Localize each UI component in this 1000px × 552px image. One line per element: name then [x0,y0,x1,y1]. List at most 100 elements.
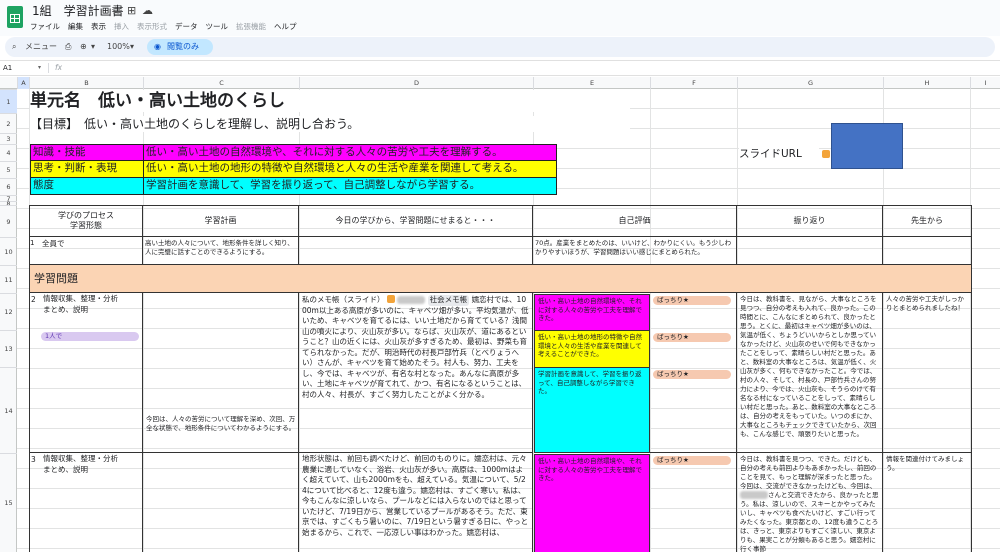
objective-text-attitude[interactable]: 学習計画を意識して、学習を振り返って、自己調整しながら学習する。 [143,178,557,195]
column-header-b[interactable]: B [29,77,143,89]
column-header-f[interactable]: F [650,77,737,89]
row-header-1[interactable]: 1 [0,89,17,113]
goal-text[interactable]: 【目標】 低い・高い土地のくらしを理解し、説明し合おう。 [30,116,630,132]
row12-process[interactable]: 情報収集、整理・分析 まとめ、説明 [40,293,143,453]
menu-item[interactable]: 表示 [91,20,106,34]
memo-prefix: 私のメモ帳（スライド） [302,295,385,304]
slide-url-label: スライドURL [739,147,819,161]
row-header-11[interactable]: 11 [0,265,17,293]
objective-label-attitude[interactable]: 態度 [30,178,143,195]
menu-bar: ファイル 編集 表示 挿入 表示形式 データ ツール 拡張機能 ヘルプ [30,20,297,34]
row10-teacher[interactable] [883,237,972,265]
toolbar: ⌕ メニュー ⎙ ⊕ ▾ 100% ▾ ◉ 閲覧のみ [5,37,995,57]
row10-reflection[interactable] [737,237,883,265]
column-header-c[interactable]: C [143,77,299,89]
row-header-9[interactable]: 9 [0,205,17,237]
slide-thumbnail-shape[interactable] [831,123,903,169]
row-header-14[interactable]: 14 [0,367,17,453]
row15-teacher[interactable]: 情報を関連付けてみましょう。 [883,453,972,552]
row15-number: 3 [31,455,36,464]
cloud-status-icon[interactable]: ☁ [142,3,153,19]
objective-label-knowledge[interactable]: 知識・技能 [30,144,143,161]
row12-teacher[interactable]: 人々の苦労や工夫がしっかりとまとめられましたね！ [883,293,972,453]
row15-reflection[interactable]: 今日は、教科書を見つつ、できた。だけども、自分の考えも前回よりもあまかったし、前… [737,453,883,552]
row12-reflection[interactable]: 今日は、教科書を、見ながら、大事なところを見つつ、自分の考えも入れて、良かった。… [737,293,883,453]
redacted-name [397,296,426,304]
chevron-down-icon[interactable]: ▾ [91,37,95,57]
row15-process[interactable]: 情報収集、整理・分析 まとめ、説明 [40,453,143,552]
fx-icon: fx [55,63,63,72]
menu-item[interactable]: データ [175,20,198,34]
menu-item[interactable]: ヘルプ [274,20,297,34]
view-only-button[interactable]: ◉ 閲覧のみ [147,39,213,55]
objective-text-knowledge[interactable]: 低い・高い土地の自然環境や、それに対する人々の苦労や工夫を理解する。 [143,144,557,161]
zoom-icon[interactable]: ⊕ [80,37,87,57]
sheets-logo-icon[interactable] [7,6,23,28]
row-header-3[interactable]: 3 [0,133,17,144]
unit-title[interactable]: 単元名 低い・高い土地のくらし [30,90,630,112]
slide-link-icon[interactable] [822,150,830,158]
formula-separator [48,63,49,73]
row-header-15[interactable]: 15 [0,453,17,552]
column-header-e[interactable]: E [533,77,650,89]
row-header-10[interactable]: 10 [0,237,17,265]
slide-link-icon[interactable] [386,295,395,303]
document-title[interactable]: 1組 学習計画書 [32,3,124,19]
row10-summary[interactable] [299,237,533,265]
row15-self-eval[interactable]: 低い・高い土地の自然環境や、それに対する人々の苦労や工夫を理解できた。 [534,454,650,552]
row-header-13[interactable]: 13 [0,330,17,367]
menu-item[interactable]: 編集 [68,20,83,34]
memo-chip[interactable]: 社会メモ帳 [427,295,470,306]
row10-self-eval[interactable]: 70点。産業をまとめたのは、いいけど、わかりにくい。もう少しわかりやすいほうが、… [533,237,737,265]
row15-plan[interactable] [143,453,299,552]
memo-text: 嬬恋村では、1000m以上ある高原が多いのに、キャベツ畑が多い。平均気温が、低い… [302,295,529,399]
row12-plan-text: 今回は、人々の苦労について理解を深め、次回、万全な状態で、地形条件についてわかる… [146,415,296,432]
objective-label-thinking[interactable]: 思考・判断・表現 [30,161,143,178]
select-all-corner[interactable] [0,77,17,89]
sheet-grid[interactable]: 単元名 低い・高い土地のくらし 【目標】 低い・高い土地のくらしを理解し、説明し… [17,89,1000,552]
section-title[interactable]: 学習問題 [30,265,972,293]
work-style-chip[interactable]: 1人で [41,332,139,341]
search-icon[interactable]: ⌕ [12,37,16,57]
move-folder-icon[interactable]: ⊞ [127,3,136,19]
chevron-down-icon[interactable]: ▾ [38,61,41,75]
chevron-down-icon[interactable]: ▾ [130,37,134,57]
column-header-i[interactable]: I [970,77,1000,89]
star-icon[interactable]: ☆ [111,3,121,19]
row10-plan[interactable]: 高い土地の人々について、地形条件を詳しく知り、人に完璧に話すことのできるようにす… [143,237,299,265]
row-header-2[interactable]: 2 [0,113,17,133]
rating-badge[interactable]: ばっちり★ [653,456,731,465]
row-header-12[interactable]: 12 [0,293,17,330]
rating-badge[interactable]: ばっちり★ [653,370,731,379]
column-header-g[interactable]: G [737,77,883,89]
row-header-6[interactable]: 6 [0,178,17,195]
row-header-4[interactable]: 4 [0,144,17,161]
row10-number: 1 [30,237,40,265]
row12-plan[interactable]: 今回は、人々の苦労について理解を深め、次回、万全な状態で、地形条件についてわかる… [143,293,299,453]
menu-item[interactable]: ファイル [30,20,60,34]
name-box[interactable]: A1 [3,61,12,75]
row-header-5[interactable]: 5 [0,161,17,178]
rating-badge[interactable]: ばっちり★ [653,333,731,342]
column-header-d[interactable]: D [299,77,533,89]
header-teacher: 先生から [883,206,972,237]
menu-item[interactable]: 挿入 [114,20,129,34]
row15-summary[interactable]: 地形状態は、前回も調べたけど、前回のものりに。嬬恋村は、元々農業に適していなく、… [299,453,533,552]
print-icon[interactable]: ⎙ [65,37,71,57]
self-eval-knowledge[interactable]: 低い・高い土地の自然環境や、それに対する人々の苦労や工夫を理解できた。 [534,294,650,331]
row10-process[interactable]: 全員で [40,237,143,265]
menu-item[interactable]: 拡張機能 [236,20,266,34]
zoom-select[interactable]: 100% [107,37,130,57]
menus-button[interactable]: メニュー [25,37,57,57]
menu-item[interactable]: 表示形式 [137,20,167,34]
row12-summary[interactable]: 私のメモ帳（スライド） 社会メモ帳 嬬恋村では、1000m以上ある高原が多いのに… [299,293,533,453]
rating-badge[interactable]: ばっちり★ [653,296,731,305]
column-header-a[interactable]: A [17,77,29,89]
self-eval-attitude[interactable]: 学習計画を意識して、学習を振り返って、自己調整しながら学習できた。 [534,368,650,453]
column-header-h[interactable]: H [883,77,970,89]
menu-item[interactable]: ツール [206,20,229,34]
redacted-name [740,491,768,499]
self-eval-thinking[interactable]: 低い・高い土地の地形の特徴や自然環境と人々の生活や産業を関連して考えることができ… [534,331,650,368]
row12-number: 2 [30,293,40,453]
objective-text-thinking[interactable]: 低い・高い土地の地形の特徴や自然環境と人々の生活や産業を関連して考える。 [143,161,557,178]
